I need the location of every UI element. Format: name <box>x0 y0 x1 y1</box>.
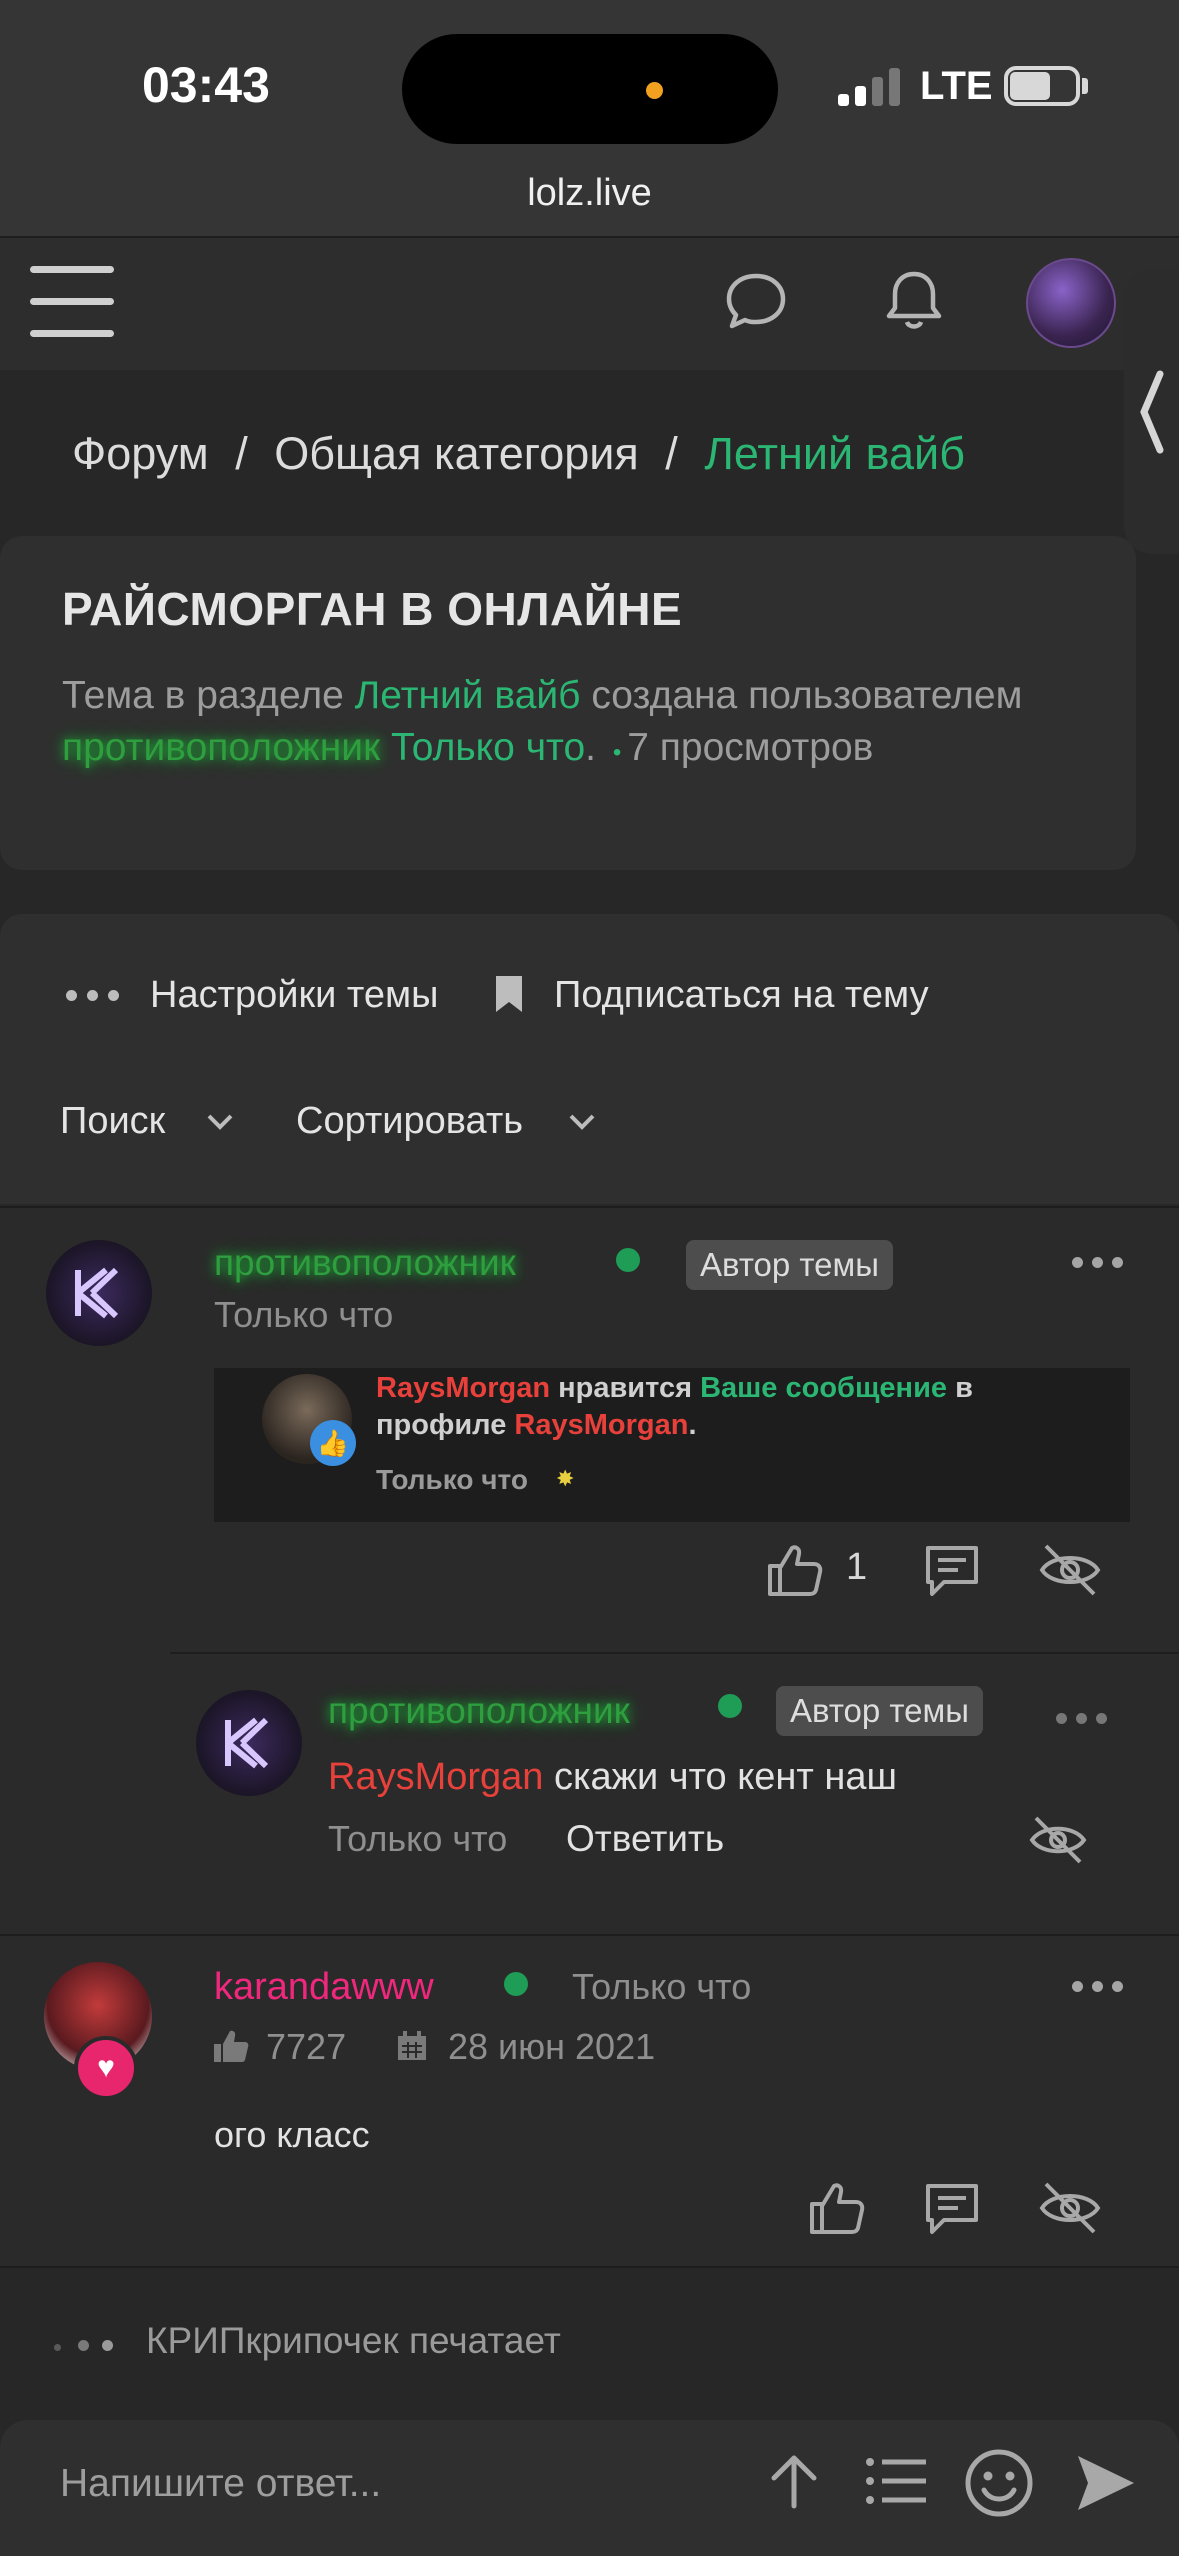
meta-created: создана пользователем <box>591 674 1023 717</box>
notification-text: RaysMorgan нравится Ваше сообщение в про… <box>376 1370 1036 1444</box>
chevron-left-icon <box>1140 370 1164 454</box>
signal-icon <box>838 66 902 106</box>
arrow-up-icon[interactable] <box>766 2450 822 2512</box>
like-badge-icon: 👍 <box>310 1420 356 1466</box>
posts-list <box>0 1206 1179 2266</box>
menu-icon[interactable] <box>30 266 114 338</box>
thread-settings-button[interactable]: Настройки темы <box>150 974 438 1017</box>
send-icon[interactable] <box>1074 2452 1138 2514</box>
reply-text: RaysMorgan скажи что кент наш <box>328 1756 897 1799</box>
notif-likes: нравится <box>558 1372 692 1404</box>
chevron-down-icon <box>207 1114 233 1130</box>
hide-icon[interactable] <box>1038 2178 1102 2238</box>
meta-time: Только что <box>390 726 586 769</box>
breadcrumb-separator: / <box>235 428 248 479</box>
reply-body: скажи что кент наш <box>553 1756 897 1798</box>
breadcrumb-category[interactable]: Общая категория <box>274 428 639 479</box>
hide-icon[interactable] <box>1038 1540 1102 1600</box>
post-time: Только что <box>572 1966 752 2007</box>
thumbs-up-icon <box>214 2030 249 2062</box>
reply-options-icon[interactable] <box>1056 1713 1112 1725</box>
notification-time: Только что <box>376 1464 528 1495</box>
notif-profile: RaysMorgan <box>514 1409 689 1441</box>
like-icon[interactable] <box>806 2178 866 2238</box>
k-logo-icon <box>75 1267 119 1319</box>
breadcrumb-forum[interactable]: Форум <box>72 428 209 479</box>
online-indicator <box>718 1694 742 1718</box>
reply-avatar[interactable] <box>196 1690 302 1796</box>
likes-count: 7727 <box>266 2026 347 2067</box>
post-options-icon[interactable] <box>1072 1257 1128 1269</box>
username-text: karandawww <box>214 1966 434 2008</box>
post-avatar[interactable] <box>46 1240 152 1346</box>
list-icon[interactable] <box>864 2454 928 2508</box>
network-type: LTE <box>920 64 993 108</box>
meta-section-link[interactable]: Летний вайб <box>355 674 581 717</box>
breadcrumb-section[interactable]: Летний вайб <box>704 428 965 479</box>
dynamic-island <box>402 34 778 144</box>
reply-input[interactable]: Напишите ответ... <box>60 2462 381 2506</box>
online-indicator <box>504 1972 528 1996</box>
reply-button[interactable]: Ответить <box>566 1818 724 1860</box>
site-header <box>0 238 1179 370</box>
url-bar[interactable]: lolz.live <box>0 172 1179 215</box>
divider <box>170 1652 1179 1654</box>
post-username[interactable]: karandawww <box>214 1966 434 2009</box>
status-time: 03:43 <box>142 57 270 113</box>
k-logo-icon <box>225 1717 269 1769</box>
like-count: 1 <box>846 1546 868 1588</box>
sidebar-toggle[interactable] <box>1124 270 1179 554</box>
post-options-icon[interactable] <box>1072 1981 1128 1993</box>
chat-icon[interactable] <box>724 270 788 332</box>
reply-time: Только что <box>328 1818 508 1859</box>
user-avatar[interactable] <box>1026 258 1116 348</box>
bell-icon[interactable] <box>882 266 946 336</box>
sparkle-icon: ✸ <box>556 1466 575 1491</box>
post-time: Только что <box>214 1294 394 1335</box>
more-horizontal-icon[interactable] <box>66 990 126 1004</box>
typing-dots-icon <box>54 2340 130 2354</box>
meta-views: 7 просмотров <box>627 726 874 769</box>
privacy-indicator-icon <box>646 82 663 99</box>
mention-link[interactable]: RaysMorgan <box>328 1756 543 1798</box>
typing-indicator: КРИПкрипочек печатает <box>146 2320 561 2361</box>
heart-badge-icon: ♥ <box>74 2036 138 2100</box>
thread-title: РАЙСМОРГАН В ОНЛАЙНЕ <box>62 583 683 635</box>
chevron-down-icon <box>569 1114 595 1130</box>
divider <box>0 1206 1179 1208</box>
post-username[interactable]: противоположник <box>214 1242 516 1284</box>
notif-user: RaysMorgan <box>376 1372 551 1404</box>
battery-level <box>1010 72 1050 100</box>
notif-dot: . <box>688 1409 697 1441</box>
post-text: ого класс <box>214 2114 370 2155</box>
reply-username[interactable]: противоположник <box>328 1690 630 1732</box>
divider <box>0 1934 1179 1936</box>
hide-icon[interactable] <box>1028 1812 1088 1868</box>
comment-icon[interactable] <box>922 2178 982 2238</box>
thread-controls <box>0 914 1179 1204</box>
bookmark-icon <box>496 976 522 1012</box>
divider <box>0 2266 1179 2268</box>
online-indicator <box>616 1248 640 1272</box>
meta-prefix: Тема в разделе <box>62 674 344 717</box>
breadcrumb: Форум / Общая категория / Летний вайб <box>72 428 965 480</box>
thread-meta: Тема в разделе Летний вайб создана польз… <box>62 670 1102 779</box>
breadcrumb-separator: / <box>665 428 678 479</box>
join-date: 28 июн 2021 <box>448 2026 656 2067</box>
comment-icon[interactable] <box>922 1540 982 1600</box>
notif-your-message: Ваше сообщение <box>700 1372 948 1404</box>
meta-bullet: • <box>612 739 622 766</box>
author-badge: Автор темы <box>686 1240 893 1290</box>
battery-cap <box>1082 78 1088 94</box>
meta-dot: . <box>585 726 596 769</box>
emoji-icon[interactable] <box>964 2448 1034 2518</box>
subscribe-button[interactable]: Подписаться на тему <box>554 974 929 1017</box>
like-icon[interactable] <box>764 1540 824 1600</box>
sort-dropdown[interactable]: Сортировать <box>296 1100 523 1143</box>
search-dropdown[interactable]: Поиск <box>60 1100 165 1143</box>
meta-author-link[interactable]: противоположник <box>62 726 380 769</box>
calendar-icon <box>398 2031 426 2060</box>
author-badge: Автор темы <box>776 1686 983 1736</box>
